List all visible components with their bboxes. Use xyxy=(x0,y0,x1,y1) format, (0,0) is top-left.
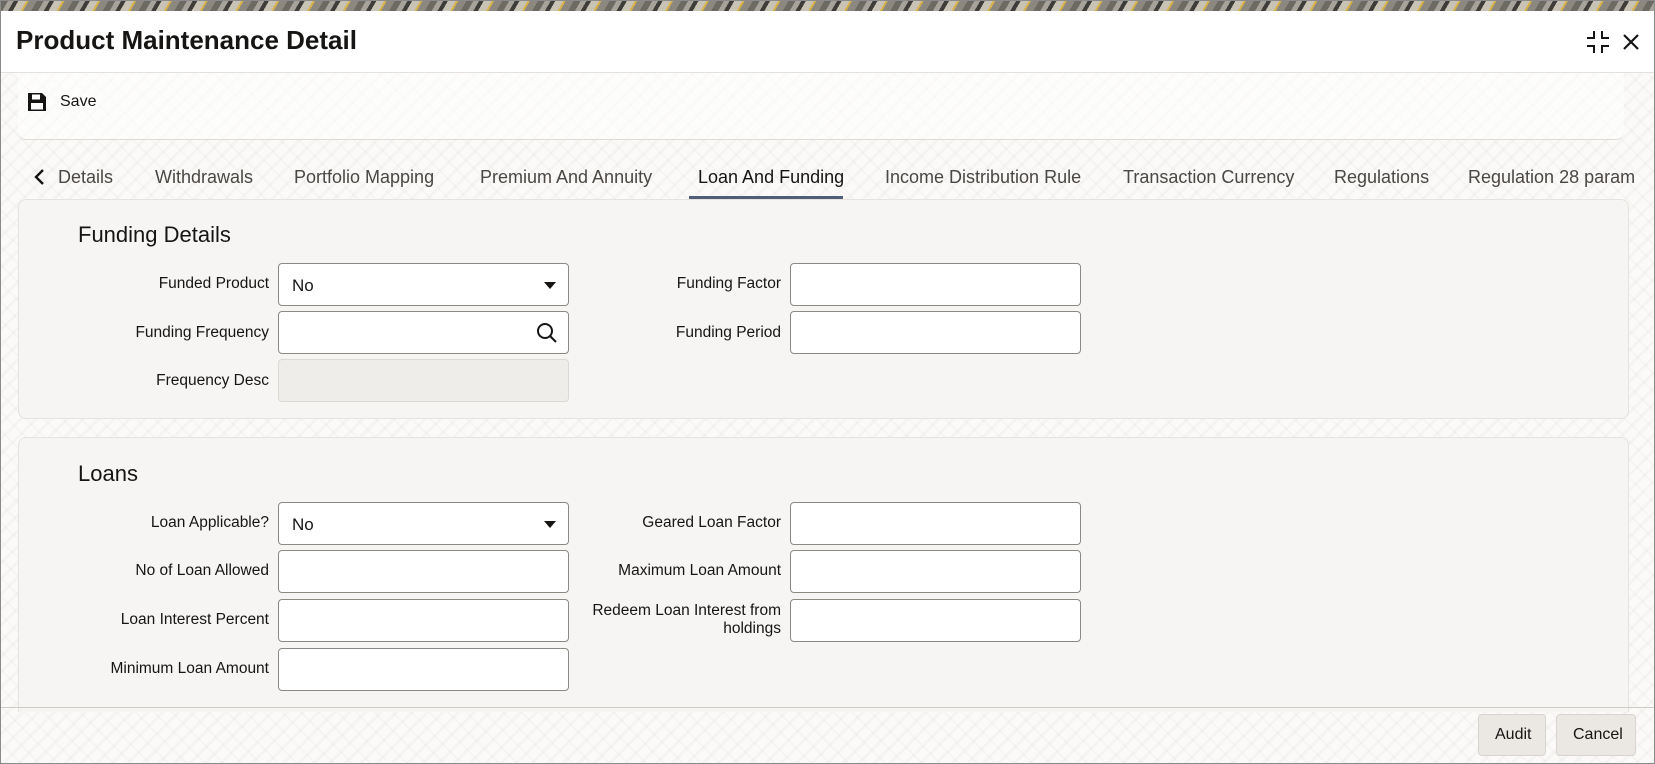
audit-button[interactable]: Audit xyxy=(1478,714,1546,756)
redeem-loan-interest-label-line2: holdings xyxy=(723,620,781,637)
geared-loan-factor-label: Geared Loan Factor xyxy=(642,514,781,531)
decorative-banner xyxy=(1,1,1654,11)
chevron-left-icon[interactable] xyxy=(30,165,50,189)
dropdown-caret-icon xyxy=(544,521,556,528)
close-icon[interactable] xyxy=(1616,27,1646,57)
redeem-loan-interest-input[interactable] xyxy=(790,599,1081,642)
frequency-desc-label: Frequency Desc xyxy=(156,372,269,389)
minimum-loan-amount-input[interactable] xyxy=(278,648,569,691)
page-title: Product Maintenance Detail xyxy=(16,25,357,55)
save-icon xyxy=(28,93,46,111)
tab-regulation-28-param[interactable]: Regulation 28 param xyxy=(1468,167,1635,188)
funding-frequency-input[interactable] xyxy=(278,311,569,354)
maximum-loan-amount-label: Maximum Loan Amount xyxy=(618,562,781,579)
no-of-loan-allowed-label: No of Loan Allowed xyxy=(135,562,269,579)
loans-panel: Loans Loan Applicable? No Geared Loan Fa… xyxy=(18,437,1629,712)
frequency-desc-input xyxy=(278,359,569,402)
dropdown-caret-icon xyxy=(544,282,556,289)
funding-period-label: Funding Period xyxy=(675,324,781,341)
geared-loan-factor-input[interactable] xyxy=(790,502,1081,545)
search-icon[interactable] xyxy=(536,322,558,344)
funding-details-title: Funding Details xyxy=(78,222,231,247)
no-of-loan-allowed-input[interactable] xyxy=(278,550,569,593)
save-button[interactable]: Save xyxy=(26,87,96,117)
tab-premium-and-annuity[interactable]: Premium And Annuity xyxy=(480,167,652,188)
funding-frequency-label: Funding Frequency xyxy=(135,324,269,341)
tab-regulations[interactable]: Regulations xyxy=(1334,167,1429,188)
funding-factor-label: Funding Factor xyxy=(676,275,781,292)
tab-bar: Details Withdrawals Portfolio Mapping Pr… xyxy=(18,153,1638,199)
save-label: Save xyxy=(60,93,97,110)
dialog-footer: Audit Cancel xyxy=(1,707,1654,764)
tab-transaction-currency[interactable]: Transaction Currency xyxy=(1123,167,1294,188)
minimum-loan-amount-label: Minimum Loan Amount xyxy=(110,660,269,677)
tab-income-distribution-rule[interactable]: Income Distribution Rule xyxy=(885,167,1081,188)
redeem-loan-interest-label: Redeem Loan Interest from holdings xyxy=(541,602,781,638)
funding-factor-input[interactable] xyxy=(790,263,1081,306)
maximum-loan-amount-input[interactable] xyxy=(790,550,1081,593)
funding-period-input[interactable] xyxy=(790,311,1081,354)
cancel-button[interactable]: Cancel xyxy=(1556,714,1636,756)
loan-interest-percent-input[interactable] xyxy=(278,599,569,642)
loans-title: Loans xyxy=(78,461,138,486)
toolbar: Save xyxy=(18,73,1624,140)
loan-interest-percent-label: Loan Interest Percent xyxy=(120,611,269,628)
funded-product-select[interactable]: No xyxy=(278,263,569,306)
dialog-window: Product Maintenance Detail Save Details … xyxy=(0,0,1655,764)
dialog-header: Product Maintenance Detail xyxy=(1,11,1654,73)
tab-portfolio-mapping[interactable]: Portfolio Mapping xyxy=(294,167,434,188)
loan-applicable-value: No xyxy=(292,515,314,534)
funded-product-label: Funded Product xyxy=(158,275,269,292)
tab-loan-and-funding[interactable]: Loan And Funding xyxy=(698,167,844,188)
funded-product-value: No xyxy=(292,276,314,295)
tab-details[interactable]: Details xyxy=(58,167,113,188)
redeem-loan-interest-label-line1: Redeem Loan Interest from xyxy=(592,602,781,619)
funding-details-panel: Funding Details Funded Product No Fundin… xyxy=(18,199,1629,419)
loan-applicable-select[interactable]: No xyxy=(278,502,569,545)
maximize-icon[interactable] xyxy=(1583,27,1613,57)
tab-withdrawals[interactable]: Withdrawals xyxy=(155,167,253,188)
loan-applicable-label: Loan Applicable? xyxy=(150,514,269,531)
